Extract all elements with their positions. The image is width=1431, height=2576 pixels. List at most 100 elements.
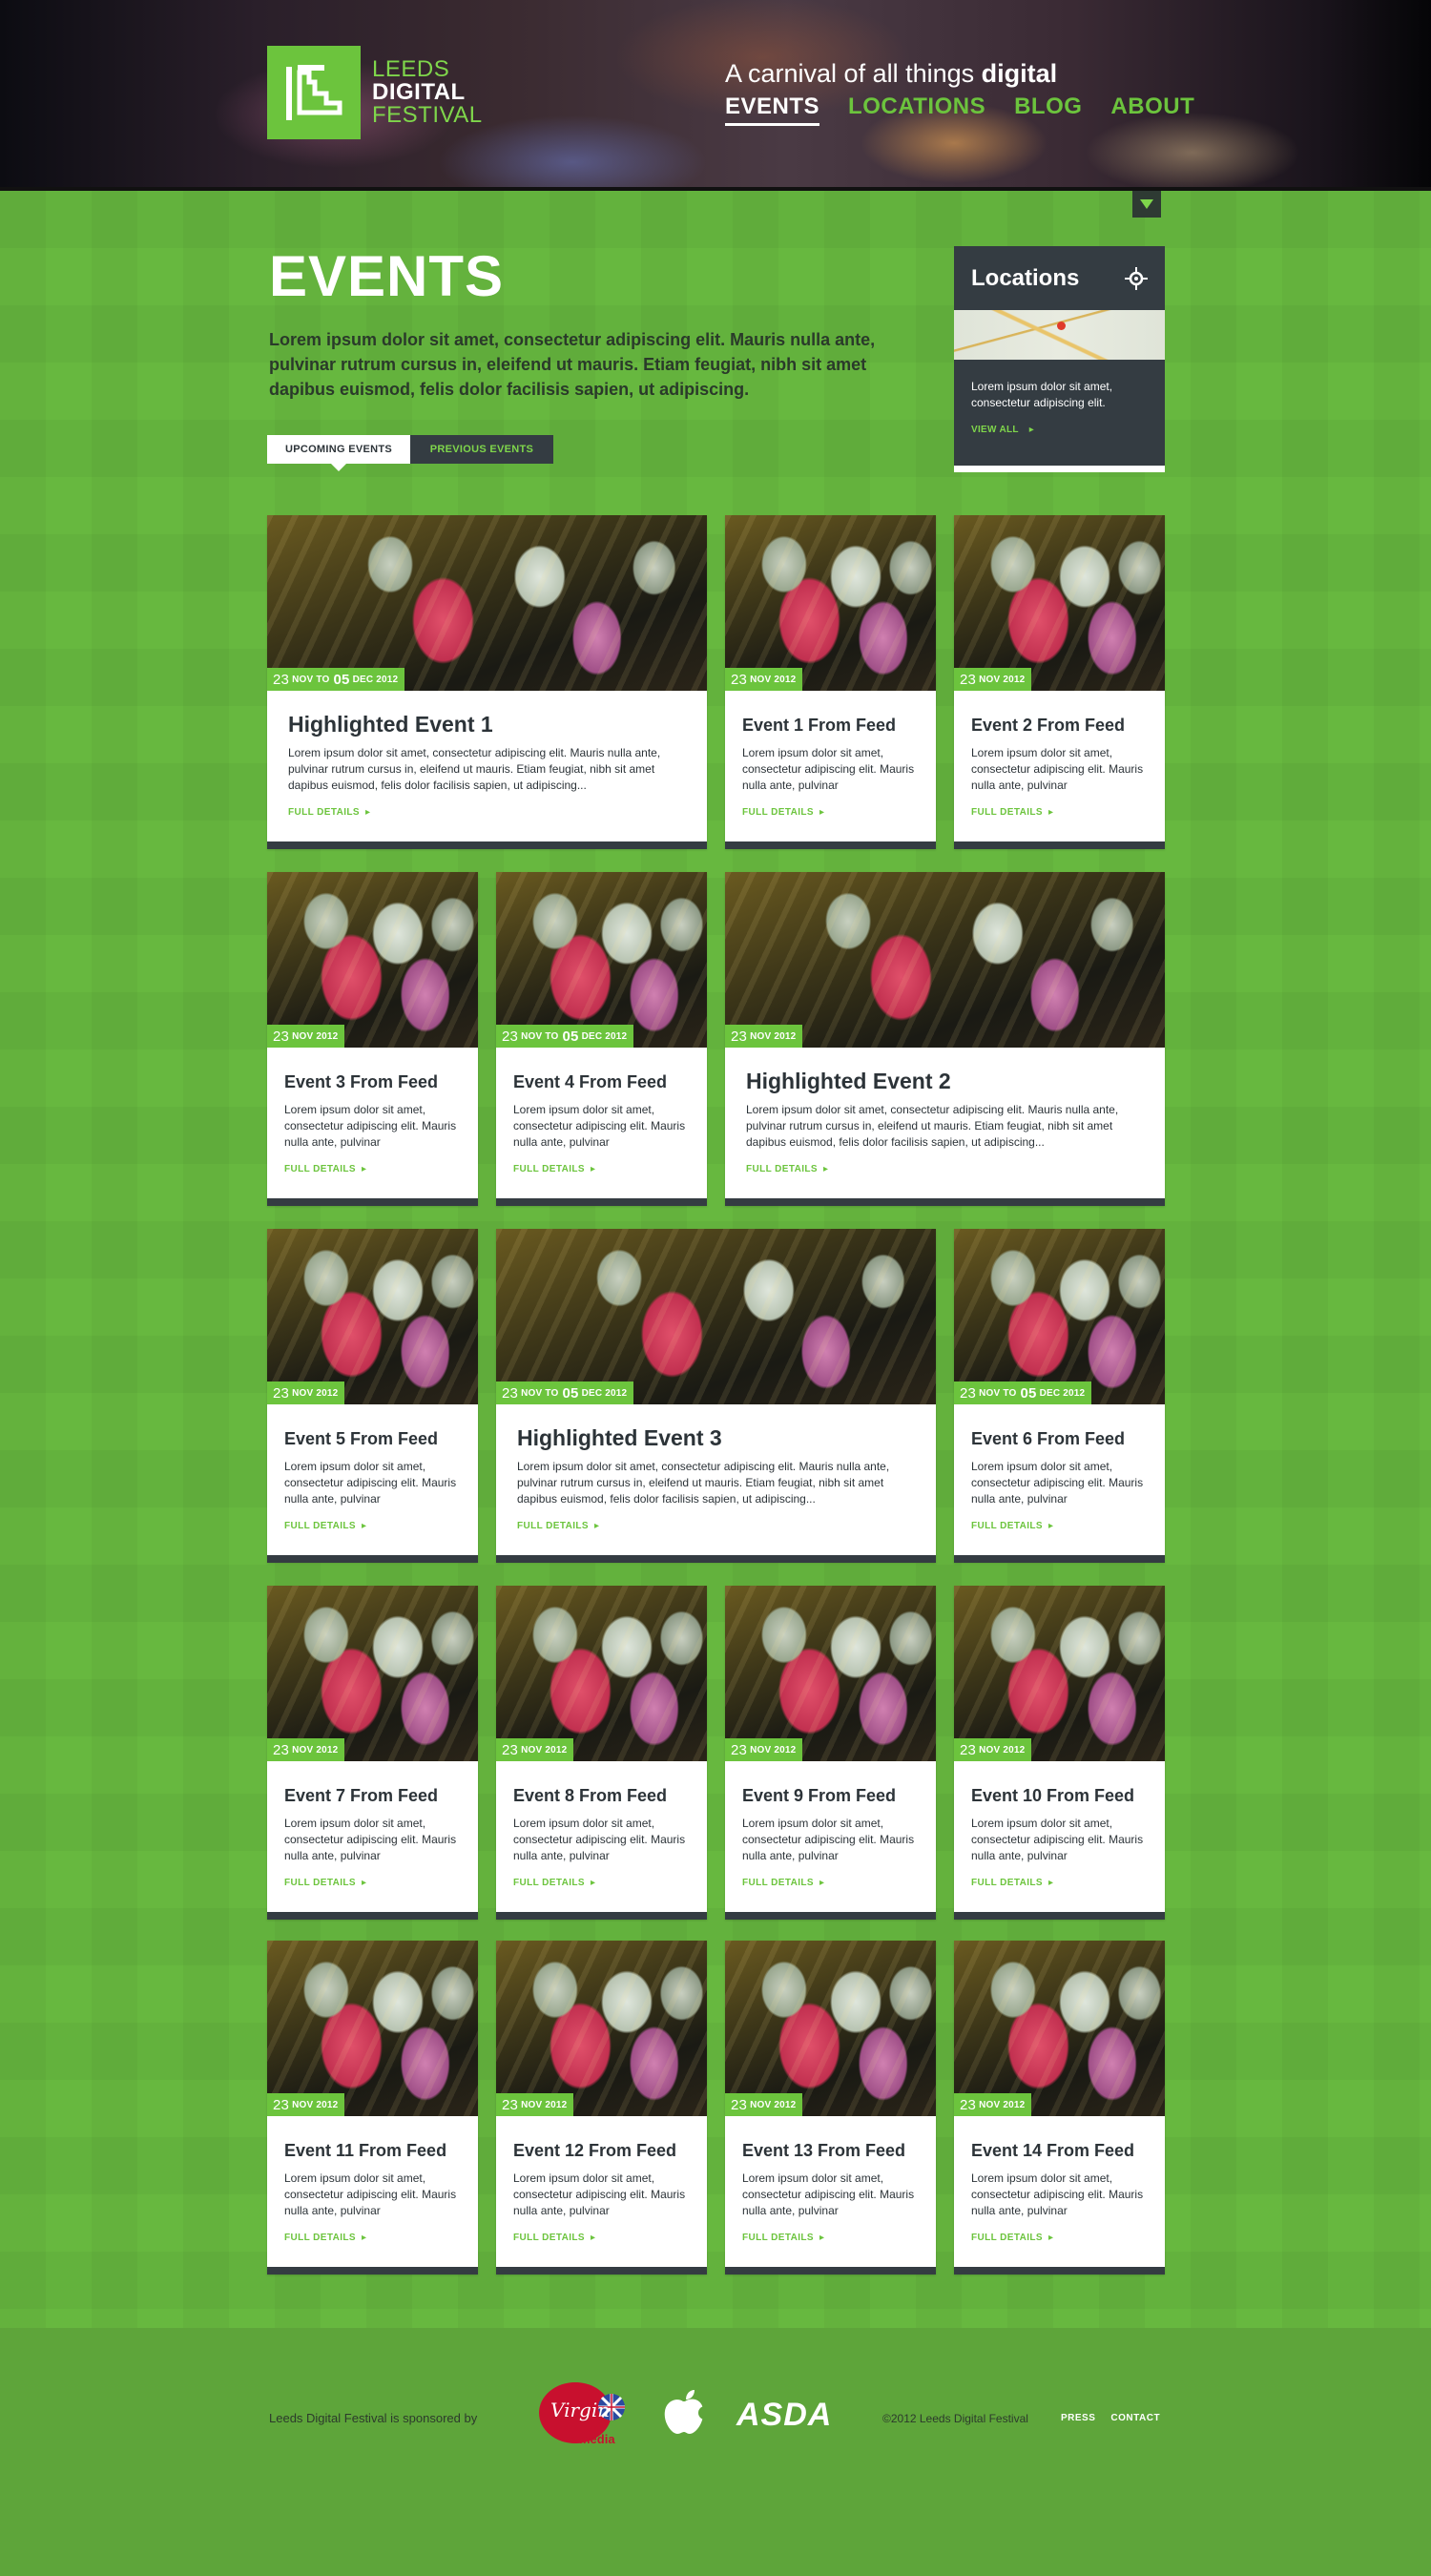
virgin-media-logo-icon[interactable]: Virgin media: [529, 2380, 625, 2447]
crosshair-icon[interactable]: [1125, 266, 1148, 290]
event-photo[interactable]: 23 NOV TO 05 DEC 2012: [496, 872, 707, 1048]
event-title[interactable]: Event 12 From Feed: [513, 2141, 690, 2161]
full-details-link[interactable]: FULL DETAILS ▸: [971, 2233, 1148, 2243]
event-card[interactable]: 23 NOV 2012 Event 14 From Feed Lorem ipsum …: [954, 1941, 1165, 2275]
event-date-badge: 23 NOV 2012: [267, 1381, 345, 1404]
tab-previous-events[interactable]: PREVIOUS EVENTS: [410, 435, 553, 464]
event-title[interactable]: Event 11 From Feed: [284, 2141, 461, 2161]
arrow-right-icon: ▸: [593, 1521, 600, 1531]
nav-about[interactable]: ABOUT: [1110, 93, 1194, 126]
site-logo[interactable]: LEEDS DIGITAL FESTIVAL: [267, 46, 483, 139]
view-all-locations-link[interactable]: VIEW ALL ▸: [954, 411, 1165, 435]
event-photo[interactable]: 23 NOV 2012: [267, 1229, 478, 1404]
site-tagline: A carnival of all things digital: [725, 59, 1057, 89]
event-title[interactable]: Event 7 From Feed: [284, 1786, 461, 1806]
full-details-link[interactable]: FULL DETAILS ▸: [742, 807, 919, 818]
event-card[interactable]: 23 NOV 2012 Event 2 From Feed Lorem ipsum d…: [954, 515, 1165, 849]
event-title[interactable]: Event 4 From Feed: [513, 1072, 690, 1092]
date-year: 2012: [316, 1744, 339, 1755]
full-details-link[interactable]: FULL DETAILS ▸: [284, 1878, 461, 1888]
full-details-link[interactable]: FULL DETAILS ▸: [746, 1164, 1144, 1174]
event-photo[interactable]: 23 NOV 2012: [954, 1941, 1165, 2116]
date-end-day: 05: [1020, 1384, 1037, 1402]
date-to: TO: [1003, 1387, 1017, 1399]
event-photo[interactable]: 23 NOV 2012: [725, 515, 936, 691]
asda-logo-icon[interactable]: ASDA: [736, 2397, 832, 2434]
event-title[interactable]: Event 2 From Feed: [971, 716, 1148, 736]
event-card[interactable]: 23 NOV 2012 Event 3 From Feed Lorem ipsum d…: [267, 872, 478, 1206]
event-card[interactable]: 23 NOV 2012 Event 7 From Feed Lorem ipsum d…: [267, 1586, 478, 1920]
event-card[interactable]: 23 NOV TO 05 DEC 2012 Event 4 From Feed Lorem…: [496, 872, 707, 1206]
date-day: 23: [731, 1028, 748, 1045]
event-card[interactable]: 23 NOV TO 05 DEC 2012 Highlighted Event 3 Lor…: [496, 1229, 936, 1563]
event-photo[interactable]: 23 NOV 2012: [267, 1586, 478, 1761]
event-photo[interactable]: 23 NOV 2012: [954, 515, 1165, 691]
event-title[interactable]: Highlighted Event 1: [288, 712, 686, 737]
event-title[interactable]: Event 1 From Feed: [742, 716, 919, 736]
full-details-link[interactable]: FULL DETAILS ▸: [742, 1878, 919, 1888]
full-details-link[interactable]: FULL DETAILS ▸: [284, 2233, 461, 2243]
event-card[interactable]: 23 NOV 2012 Event 1 From Feed Lorem ipsum d…: [725, 515, 936, 849]
event-photo[interactable]: 23 NOV 2012: [954, 1586, 1165, 1761]
locations-map[interactable]: [954, 310, 1165, 360]
collapse-toggle-button[interactable]: [1132, 191, 1161, 218]
event-photo[interactable]: 23 NOV 2012: [725, 872, 1165, 1048]
event-card[interactable]: 23 NOV 2012 Event 5 From Feed Lorem ipsum d…: [267, 1229, 478, 1563]
full-details-link[interactable]: FULL DETAILS ▸: [971, 1878, 1148, 1888]
full-details-link[interactable]: FULL DETAILS ▸: [288, 807, 686, 818]
date-month: NOV: [979, 2099, 1001, 2110]
event-photo[interactable]: 23 NOV TO 05 DEC 2012: [267, 515, 707, 691]
event-photo[interactable]: 23 NOV TO 05 DEC 2012: [496, 1229, 936, 1404]
full-details-link[interactable]: FULL DETAILS ▸: [517, 1521, 915, 1531]
event-photo[interactable]: 23 NOV 2012: [267, 872, 478, 1048]
tab-upcoming-events[interactable]: UPCOMING EVENTS: [267, 435, 410, 471]
event-title[interactable]: Event 13 From Feed: [742, 2141, 919, 2161]
nav-events[interactable]: EVENTS: [725, 93, 820, 126]
event-card[interactable]: 23 NOV 2012 Event 13 From Feed Lorem ipsum …: [725, 1941, 936, 2275]
event-title[interactable]: Event 9 From Feed: [742, 1786, 919, 1806]
arrow-right-icon: ▸: [361, 1521, 367, 1531]
event-description: Lorem ipsum dolor sit amet, consectetur …: [284, 1817, 457, 1862]
event-card[interactable]: 23 NOV 2012 Event 12 From Feed Lorem ipsum …: [496, 1941, 707, 2275]
event-title[interactable]: Event 14 From Feed: [971, 2141, 1148, 2161]
event-card[interactable]: 23 NOV 2012 Event 8 From Feed Lorem ipsum d…: [496, 1586, 707, 1920]
full-details-link[interactable]: FULL DETAILS ▸: [742, 2233, 919, 2243]
event-title[interactable]: Event 5 From Feed: [284, 1429, 461, 1449]
full-details-link[interactable]: FULL DETAILS ▸: [971, 1521, 1148, 1531]
footer-link-press[interactable]: PRESS: [1061, 2413, 1095, 2423]
event-photo[interactable]: 23 NOV 2012: [496, 1586, 707, 1761]
date-end-day: 05: [562, 1028, 579, 1045]
event-photo[interactable]: 23 NOV 2012: [725, 1586, 936, 1761]
footer-link-contact[interactable]: CONTACT: [1110, 2413, 1160, 2423]
date-day: 23: [273, 671, 290, 688]
event-title[interactable]: Event 6 From Feed: [971, 1429, 1148, 1449]
full-details-link[interactable]: FULL DETAILS ▸: [284, 1521, 461, 1531]
full-details-link[interactable]: FULL DETAILS ▸: [284, 1164, 461, 1174]
event-card[interactable]: 23 NOV 2012 Event 11 From Feed Lorem ipsum …: [267, 1941, 478, 2275]
event-card[interactable]: 23 NOV 2012 Highlighted Event 2 Lorem ipsum…: [725, 872, 1165, 1206]
event-title[interactable]: Highlighted Event 3: [517, 1425, 915, 1451]
event-photo[interactable]: 23 NOV 2012: [496, 1941, 707, 2116]
full-details-link[interactable]: FULL DETAILS ▸: [513, 1164, 690, 1174]
event-card[interactable]: 23 NOV 2012 Event 10 From Feed Lorem ipsum …: [954, 1586, 1165, 1920]
event-title[interactable]: Event 10 From Feed: [971, 1786, 1148, 1806]
event-photo[interactable]: 23 NOV 2012: [267, 1941, 478, 2116]
full-details-link[interactable]: FULL DETAILS ▸: [513, 1878, 690, 1888]
date-end-month: DEC: [581, 1030, 603, 1042]
page-title: EVENTS: [269, 244, 505, 308]
arrow-right-icon: ▸: [1028, 425, 1035, 435]
apple-logo-icon[interactable]: [663, 2390, 707, 2436]
event-photo[interactable]: 23 NOV 2012: [725, 1941, 936, 2116]
full-details-link[interactable]: FULL DETAILS ▸: [971, 807, 1148, 818]
event-title[interactable]: Event 8 From Feed: [513, 1786, 690, 1806]
event-card[interactable]: 23 NOV 2012 Event 9 From Feed Lorem ipsum d…: [725, 1586, 936, 1920]
event-card[interactable]: 23 NOV TO 05 DEC 2012 Event 6 From Feed Lorem…: [954, 1229, 1165, 1563]
date-month: NOV: [750, 1030, 772, 1042]
event-card[interactable]: 23 NOV TO 05 DEC 2012 Highlighted Event 1 Lor…: [267, 515, 707, 849]
event-title[interactable]: Highlighted Event 2: [746, 1069, 1144, 1094]
event-title[interactable]: Event 3 From Feed: [284, 1072, 461, 1092]
event-photo[interactable]: 23 NOV TO 05 DEC 2012: [954, 1229, 1165, 1404]
nav-blog[interactable]: BLOG: [1014, 93, 1082, 126]
full-details-link[interactable]: FULL DETAILS ▸: [513, 2233, 690, 2243]
nav-locations[interactable]: LOCATIONS: [848, 93, 985, 126]
